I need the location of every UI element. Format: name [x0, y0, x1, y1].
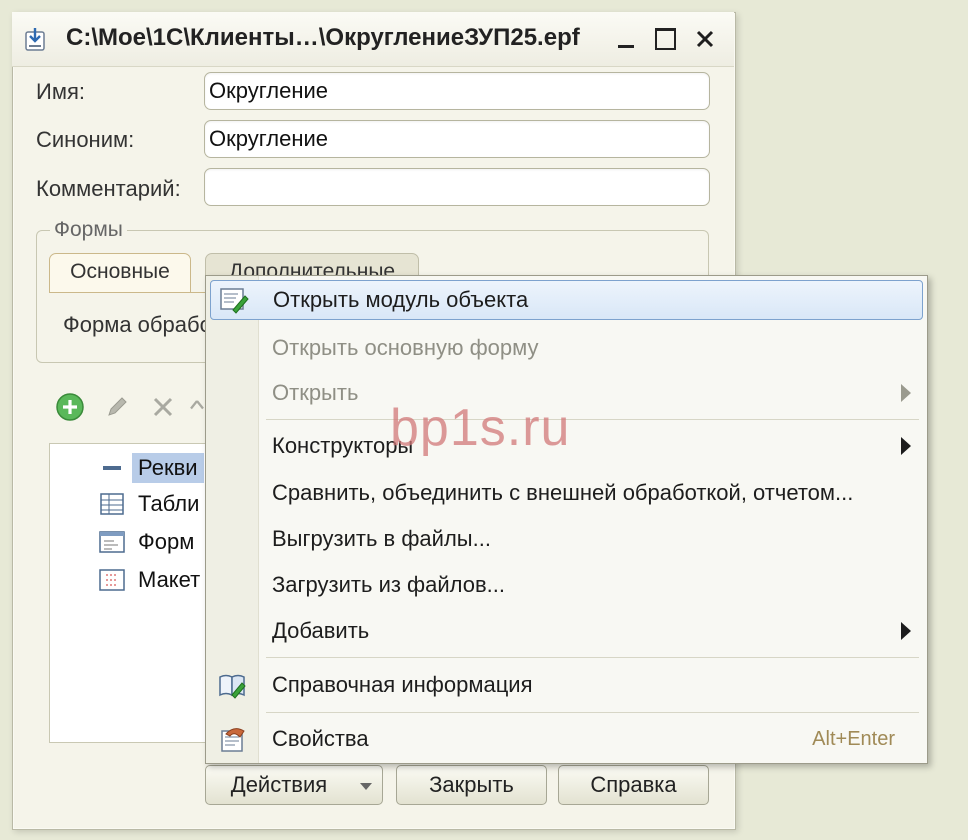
menu-item-label: Справочная информация	[272, 672, 533, 697]
menu-item-label: Открыть основную форму	[272, 335, 539, 360]
synonym-field[interactable]: Округление	[204, 120, 710, 158]
help-book-icon	[216, 668, 250, 702]
menu-item-open-object-module[interactable]: Открыть модуль объекта	[210, 280, 923, 320]
pencil-icon	[108, 397, 127, 416]
tree-item-attributes[interactable]: Рекви	[98, 450, 204, 486]
edit-button[interactable]	[100, 390, 134, 424]
menu-item-label: Выгрузить в файлы...	[272, 526, 491, 551]
watermark: bp1s.ru	[390, 399, 571, 457]
form-icon	[98, 528, 126, 556]
delete-icon	[153, 397, 173, 417]
submenu-arrow-icon	[901, 384, 911, 402]
title-bar: C:\Мое\1С\Клиенты…\ОкруглениеЗУП25.epf	[12, 12, 734, 67]
menu-item-label: Сравнить, объединить с внешней обработко…	[272, 480, 854, 505]
tree-item-templates[interactable]: Макет	[98, 562, 200, 598]
close-icon	[696, 30, 714, 48]
tree-item-tables[interactable]: Табли	[98, 486, 199, 522]
maximize-button[interactable]	[648, 22, 682, 56]
menu-separator	[266, 419, 919, 420]
menu-item-label: Открыть	[272, 380, 359, 405]
close-button[interactable]: Закрыть	[396, 765, 547, 805]
context-menu: Открыть модуль объекта Открыть основную …	[205, 275, 928, 764]
comment-field[interactable]	[204, 168, 710, 206]
tree-item-label: Форм	[138, 529, 195, 554]
external-processing-icon	[24, 26, 50, 52]
attribute-icon	[98, 454, 126, 482]
submenu-arrow-icon	[901, 622, 911, 640]
comment-label: Комментарий:	[36, 176, 181, 201]
menu-item-add[interactable]: Добавить	[206, 611, 927, 651]
menu-item-help-info[interactable]: Справочная информация	[206, 665, 927, 705]
menu-item-export-files[interactable]: Выгрузить в файлы...	[206, 519, 927, 559]
menu-item-label: Добавить	[272, 618, 370, 643]
help-button[interactable]: Справка	[558, 765, 709, 805]
module-icon	[217, 283, 251, 317]
arrow-up-icon	[190, 400, 204, 410]
add-button[interactable]	[53, 390, 87, 424]
menu-item-compare-merge[interactable]: Сравнить, объединить с внешней обработко…	[206, 473, 927, 513]
name-label: Имя:	[36, 79, 85, 104]
synonym-label: Синоним:	[36, 127, 135, 152]
menu-item-import-files[interactable]: Загрузить из файлов...	[206, 565, 927, 605]
minimize-icon	[618, 44, 634, 48]
actions-button-label: Действия	[230, 772, 328, 797]
menu-item-open-main-form[interactable]: Открыть основную форму	[206, 328, 927, 368]
table-icon	[98, 490, 126, 518]
menu-separator	[266, 712, 919, 713]
processing-form-label: Форма обрабо	[63, 312, 212, 337]
up-button[interactable]	[188, 390, 206, 424]
tree-item-forms[interactable]: Форм	[98, 524, 194, 560]
menu-separator	[266, 657, 919, 658]
minimize-button[interactable]	[609, 22, 643, 56]
menu-item-label: Загрузить из файлов...	[272, 572, 506, 597]
menu-item-shortcut: Alt+Enter	[812, 727, 895, 750]
add-icon	[56, 393, 84, 421]
chevron-down-icon	[360, 783, 372, 790]
menu-item-label: Свойства	[272, 726, 369, 751]
name-field[interactable]: Округление	[204, 72, 710, 110]
tree-item-label: Макет	[138, 567, 201, 592]
template-icon	[98, 566, 126, 594]
delete-button[interactable]	[146, 390, 180, 424]
menu-item-label: Открыть модуль объекта	[273, 287, 529, 312]
forms-group-legend: Формы	[50, 218, 127, 242]
menu-item-properties[interactable]: Свойства Alt+Enter	[206, 719, 927, 759]
tree-item-label: Рекви	[132, 453, 204, 483]
window-title: C:\Мое\1С\Клиенты…\ОкруглениеЗУП25.epf	[66, 24, 580, 51]
close-window-button[interactable]	[688, 22, 722, 56]
tab-basic[interactable]: Основные	[49, 253, 191, 293]
actions-button[interactable]: Действия	[205, 765, 383, 805]
submenu-arrow-icon	[901, 437, 911, 455]
maximize-icon	[654, 28, 676, 50]
tree-item-label: Табли	[138, 491, 200, 516]
properties-icon	[216, 722, 250, 756]
